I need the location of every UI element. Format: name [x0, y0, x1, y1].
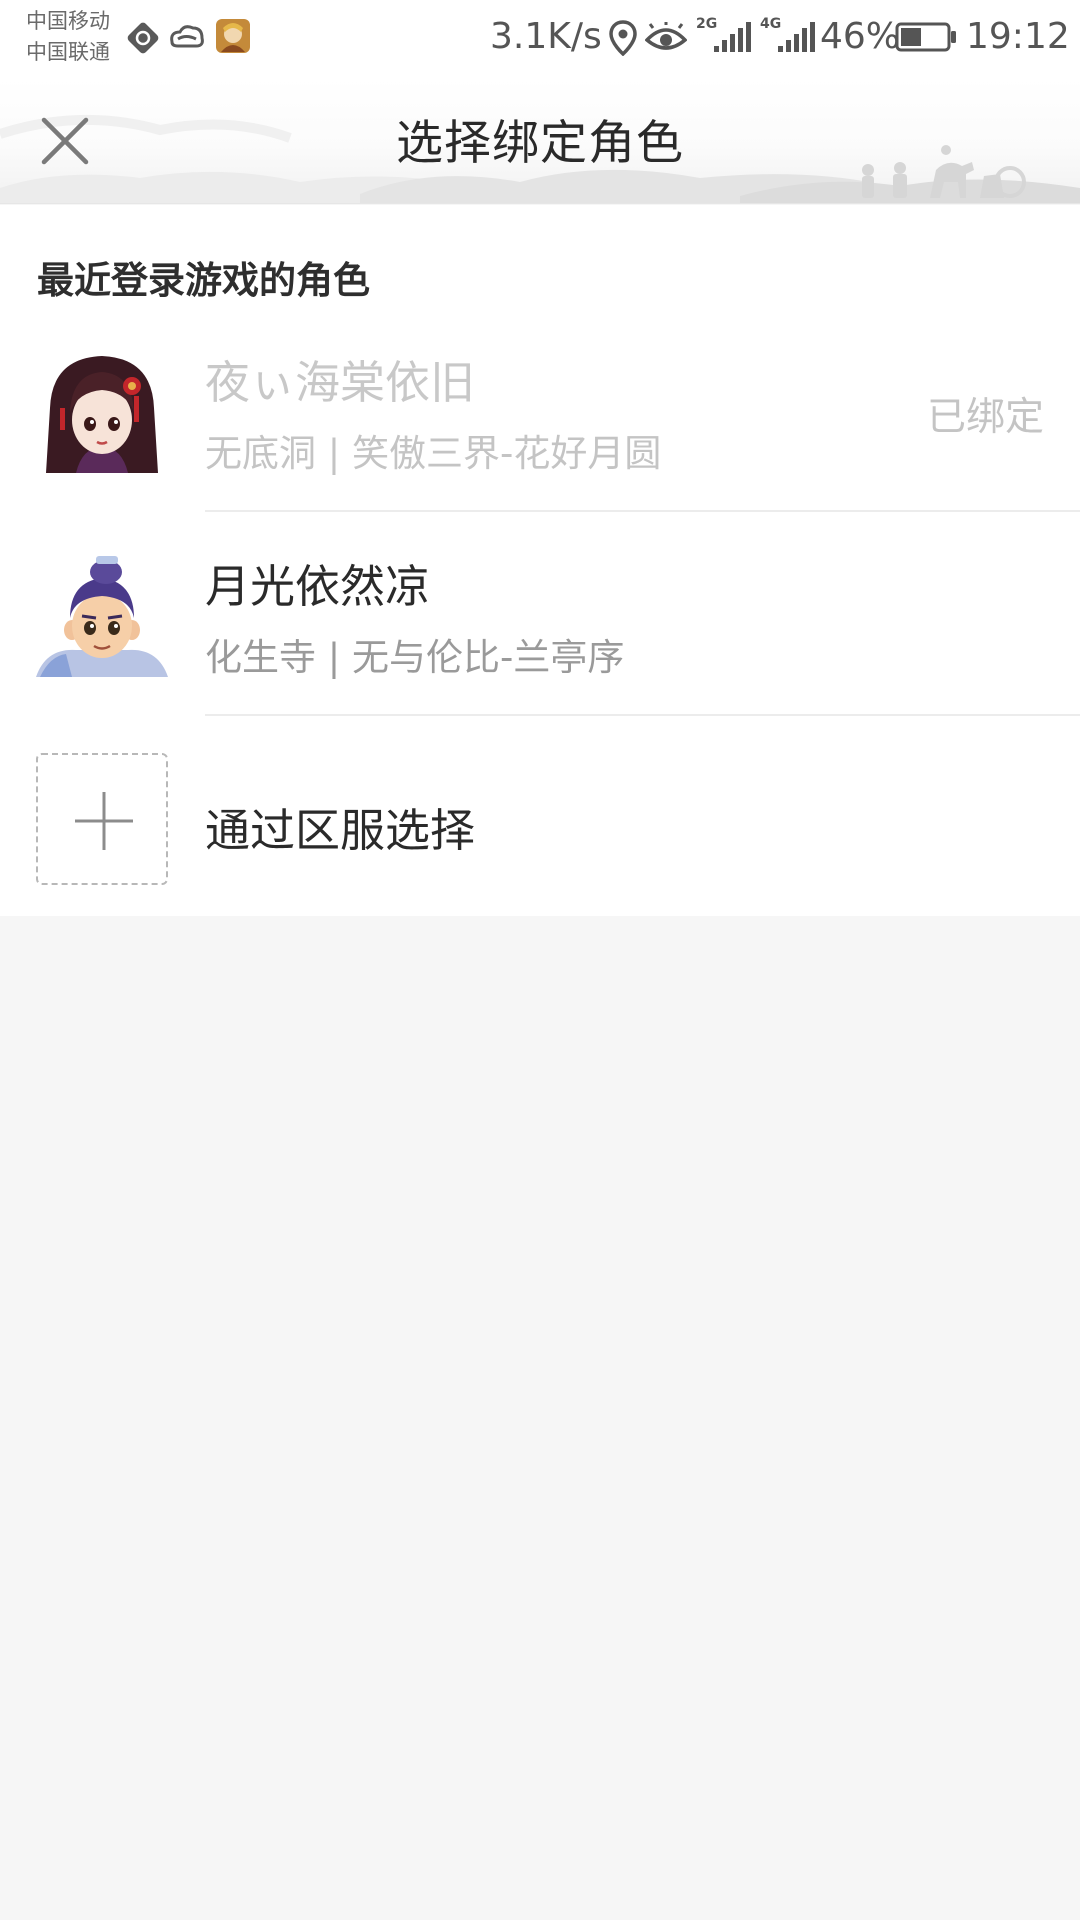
carrier-info: 中国移动 中国联通 [26, 6, 110, 68]
net-speed: 3.1K/s [490, 16, 602, 57]
game-app-icon [215, 18, 251, 58]
carrier-1: 中国移动 [26, 9, 110, 33]
bound-status-label: 已绑定 [926, 395, 1044, 440]
nav-diamond-icon [125, 20, 161, 60]
clock: 19:12 [966, 16, 1070, 57]
role-list-card: 最近登录游戏的角色 夜ぃ海棠依旧 无底洞 | 笑傲三界-花好月圆 已绑定 月光依… [0, 205, 1080, 916]
status-bar: 中国移动 中国联通 3.1K/s 2G 4G 46% 19:12 [0, 0, 1080, 78]
role-item-bound[interactable]: 夜ぃ海棠依旧 无底洞 | 笑傲三界-花好月圆 已绑定 [0, 308, 1080, 512]
battery-icon [895, 22, 957, 56]
role-name: 夜ぃ海棠依旧 [205, 356, 476, 409]
add-box [36, 753, 168, 885]
role-server: 化生寺 | 无与伦比-兰亭序 [205, 636, 625, 679]
select-by-server-label: 通过区服选择 [205, 804, 476, 857]
signal-4g-icon [776, 18, 816, 58]
plus-icon [75, 792, 133, 850]
location-icon [608, 20, 638, 60]
boy-character-avatar [36, 556, 168, 677]
eye-icon [644, 22, 688, 58]
role-item[interactable]: 月光依然凉 化生寺 | 无与伦比-兰亭序 [0, 512, 1080, 716]
select-by-server-button[interactable]: 通过区服选择 [0, 716, 1080, 916]
battery-percent: 46% [820, 16, 901, 57]
role-avatar [36, 552, 168, 677]
role-server: 无底洞 | 笑傲三界-花好月圆 [205, 432, 662, 475]
cloud-app-icon [168, 22, 206, 58]
section-title: 最近登录游戏的角色 [37, 259, 370, 302]
carrier-2: 中国联通 [26, 40, 110, 64]
title-bar: 选择绑定角色 [0, 78, 1080, 204]
role-avatar [36, 348, 168, 473]
page-title: 选择绑定角色 [396, 116, 684, 171]
signal-2g-icon [712, 18, 752, 58]
role-name: 月光依然凉 [205, 560, 431, 613]
girl-character-avatar [46, 356, 158, 473]
